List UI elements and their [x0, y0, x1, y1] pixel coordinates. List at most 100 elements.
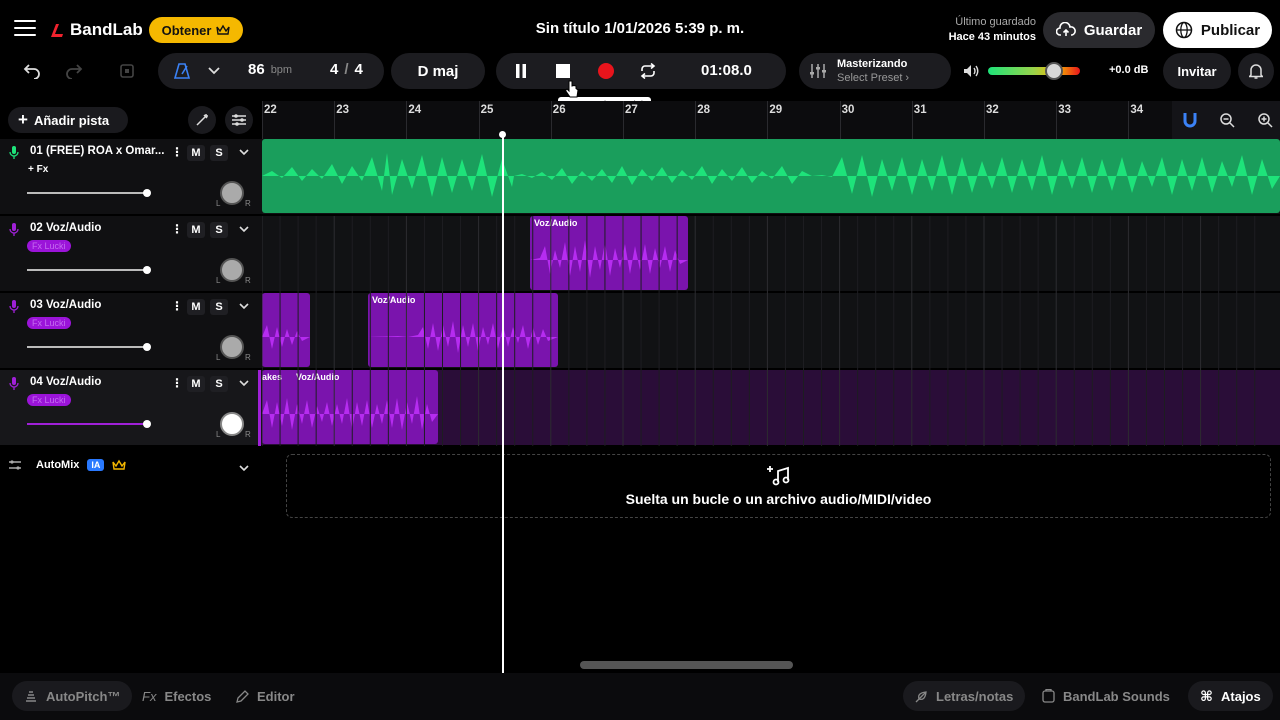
volume-fader[interactable]	[27, 266, 151, 274]
track-header[interactable]: 01 (FREE) ROA x Omar... ⋮ M S + Fx L R	[0, 139, 262, 215]
automix-label: AutoMix	[36, 459, 80, 471]
loop-button[interactable]	[634, 57, 662, 85]
ruler-tick-line	[1128, 101, 1130, 139]
tempo-field[interactable]: 86 bpm	[248, 61, 292, 78]
invite-button[interactable]: Invitar	[1163, 53, 1231, 89]
mute-button[interactable]: M	[187, 222, 205, 238]
ruler-tick-label: 22	[264, 104, 277, 116]
pan-knob[interactable]	[220, 412, 244, 436]
playhead-handle[interactable]	[499, 131, 506, 138]
lyrics-button[interactable]: Letras/notas	[903, 681, 1026, 711]
zoom-in-button[interactable]	[1251, 106, 1279, 134]
volume-slider[interactable]	[988, 62, 1080, 80]
volume-fader[interactable]	[27, 189, 151, 197]
project-title[interactable]: Sin título 1/01/2026 5:39 p. m.	[490, 20, 790, 37]
fx-button[interactable]: + Fx	[28, 164, 48, 175]
mute-button[interactable]: M	[187, 299, 205, 315]
solo-button[interactable]: S	[210, 376, 228, 392]
pause-button[interactable]	[507, 57, 535, 85]
menu-icon[interactable]	[14, 20, 36, 38]
track-menu-icon[interactable]: ⋮	[171, 299, 183, 313]
automix-row[interactable]: AutoMix IA	[8, 459, 127, 471]
time-display[interactable]: 01:08.0	[701, 62, 752, 79]
audio-clip[interactable]: Voz/Audio	[530, 216, 688, 290]
track-menu-icon[interactable]: ⋮	[171, 222, 183, 236]
track-expand-icon[interactable]	[237, 299, 251, 318]
horizontal-scrollbar[interactable]	[580, 661, 793, 669]
track-menu-icon[interactable]: ⋮	[171, 376, 183, 390]
audio-clip[interactable]	[262, 139, 1280, 213]
track-lane[interactable]: Voz/Audio	[262, 216, 1280, 292]
track-name[interactable]: 04 Voz/Audio	[30, 376, 101, 388]
track-lane[interactable]: akes Voz/Audio	[262, 370, 1280, 446]
wand-button[interactable]	[188, 106, 216, 134]
pencil-icon	[236, 689, 249, 703]
volume-fader[interactable]	[27, 343, 151, 351]
track-lane[interactable]	[262, 139, 1280, 215]
metronome-button[interactable]	[168, 57, 196, 85]
volume-knob[interactable]	[1045, 62, 1064, 80]
autopitch-button[interactable]: AutoPitch™	[12, 681, 133, 711]
track-name[interactable]: 03 Voz/Audio	[30, 299, 101, 311]
timeline-ruler[interactable]: 22 23 24 25 26 27 28 29 30 31 32 33 34	[262, 101, 1280, 139]
solo-button[interactable]: S	[210, 145, 228, 161]
speaker-button[interactable]	[957, 57, 985, 85]
key-selector[interactable]: D maj	[391, 53, 485, 89]
fx-preset-badge[interactable]: Fx Lucki	[27, 394, 71, 406]
drop-zone[interactable]: Suelta un bucle o un archivo audio/MIDI/…	[286, 454, 1271, 518]
track-header[interactable]: 04 Voz/Audio ⋮ M S Fx Lucki L R	[0, 370, 262, 446]
mute-button[interactable]: M	[187, 376, 205, 392]
solo-button[interactable]: S	[210, 222, 228, 238]
publish-button[interactable]: Publicar	[1163, 12, 1272, 48]
speaker-icon	[964, 65, 979, 77]
effects-button[interactable]: Fx Efectos	[130, 681, 223, 711]
time-signature[interactable]: 4 / 4	[330, 61, 363, 78]
audio-clip[interactable]	[262, 293, 310, 367]
track-lane[interactable]: Voz/Audio	[262, 293, 1280, 369]
track-header[interactable]: 03 Voz/Audio ⋮ M S Fx Lucki L R	[0, 293, 262, 369]
record-button[interactable]	[592, 57, 620, 85]
track-menu-icon[interactable]: ⋮	[171, 145, 183, 159]
pan-knob[interactable]	[220, 335, 244, 359]
track-header[interactable]: 02 Voz/Audio ⋮ M S Fx Lucki L R	[0, 216, 262, 292]
metronome-dropdown[interactable]	[200, 57, 228, 85]
mastering-button[interactable]: Masterizando Select Preset ›	[799, 53, 951, 89]
track-expand-icon[interactable]	[237, 145, 251, 164]
fx-preset-badge[interactable]: Fx Lucki	[27, 240, 71, 252]
volume-fader[interactable]	[27, 420, 151, 428]
zoom-out-button[interactable]	[1213, 106, 1241, 134]
get-label: Obtener	[161, 22, 212, 38]
track-expand-icon[interactable]	[237, 376, 251, 395]
automix-expand-icon[interactable]	[237, 461, 251, 480]
track-name[interactable]: 01 (FREE) ROA x Omar...	[30, 145, 164, 157]
ruler-tick-label: 23	[336, 104, 349, 116]
bandlab-logo[interactable]: BandLab	[48, 18, 143, 42]
save-button[interactable]: Guardar	[1043, 12, 1155, 48]
pan-knob[interactable]	[220, 258, 244, 282]
bottom-bar: AutoPitch™ Fx Efectos Editor Letras/nota…	[0, 673, 1280, 720]
ruler-tick-label: 26	[552, 104, 566, 116]
bandlab-sounds-button[interactable]: BandLab Sounds	[1030, 681, 1182, 711]
editor-button[interactable]: Editor	[224, 681, 307, 711]
audio-clip[interactable]: akes Voz/Audio	[262, 370, 438, 444]
audio-clip[interactable]: Voz/Audio	[368, 293, 558, 367]
playhead[interactable]	[502, 133, 504, 673]
notifications-button[interactable]	[1238, 53, 1274, 89]
snap-magnet-button[interactable]	[1176, 106, 1204, 134]
snap-grid-button[interactable]	[113, 57, 141, 85]
solo-button[interactable]: S	[210, 299, 228, 315]
autopitch-label: AutoPitch™	[46, 688, 121, 704]
add-track-button[interactable]: + Añadir pista	[8, 107, 128, 133]
fx-preset-badge[interactable]: Fx Lucki	[27, 317, 71, 329]
pan-knob[interactable]	[220, 181, 244, 205]
get-button[interactable]: Obtener	[149, 17, 243, 43]
redo-button[interactable]	[60, 57, 88, 85]
shortcuts-button[interactable]: ⌘ Atajos	[1188, 681, 1273, 711]
mute-button[interactable]: M	[187, 145, 205, 161]
track-expand-icon[interactable]	[237, 222, 251, 241]
undo-button[interactable]	[18, 57, 46, 85]
mic-icon	[9, 300, 19, 313]
bell-icon	[1249, 64, 1263, 79]
track-name[interactable]: 02 Voz/Audio	[30, 222, 101, 234]
tuning-button[interactable]	[225, 106, 253, 134]
